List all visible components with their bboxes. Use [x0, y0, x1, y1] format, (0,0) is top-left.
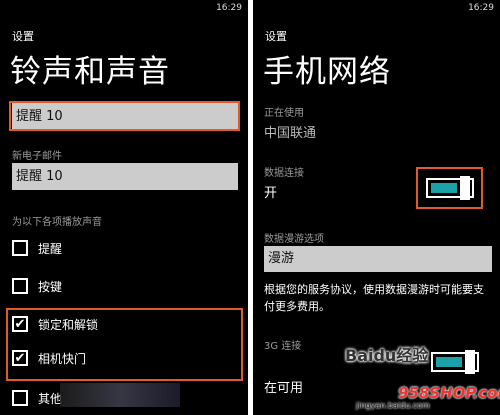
- checkbox-row-reminder[interactable]: 提醒: [12, 238, 62, 258]
- highlight-box: [9, 101, 240, 131]
- highlight-box: [6, 308, 243, 381]
- new-mail-sound-field[interactable]: 提醒 10: [12, 163, 238, 190]
- roaming-select[interactable]: 漫游: [264, 246, 492, 272]
- highlight-box: [416, 167, 483, 209]
- new-mail-label: 新电子邮件: [12, 151, 62, 162]
- roaming-description: 根据您的服务协议，使用数据漫游时可能要支付更多费用。: [264, 283, 484, 313]
- 3g-connection-label: 3G 连接: [264, 341, 302, 352]
- page-title: 手机网络: [263, 54, 391, 90]
- checkbox[interactable]: [12, 390, 28, 406]
- toggle-fill: [436, 357, 462, 367]
- roaming-options-label: 数据漫游选项: [264, 234, 324, 245]
- 3g-connection-toggle[interactable]: [431, 350, 479, 374]
- checkbox[interactable]: [12, 278, 28, 294]
- status-time: 16:29: [216, 3, 242, 13]
- carrier-name: 中国联通: [264, 126, 317, 141]
- page-title: 铃声和声音: [10, 54, 170, 90]
- checkbox-label: 提醒: [38, 241, 63, 256]
- shop-watermark: 958SHOP.com: [398, 384, 500, 402]
- data-connection-label: 数据连接: [264, 168, 304, 179]
- blurred-overlay: [60, 383, 180, 407]
- baidu-watermark: Baidu经验: [345, 346, 429, 365]
- toggle-knob[interactable]: [465, 350, 475, 374]
- data-connection-state: 开: [264, 186, 278, 201]
- checkbox[interactable]: [12, 240, 28, 256]
- ringtones-sounds-screen: 16:29 设置 铃声和声音 提醒 10 新电子邮件 提醒 10 为以下各项播放…: [0, 0, 248, 415]
- checkbox-row-other[interactable]: 其他: [12, 388, 62, 408]
- 3g-connection-state: 在可用: [264, 381, 304, 396]
- settings-breadcrumb: 设置: [12, 30, 34, 43]
- url-watermark: jingyan.baidu.com: [356, 401, 430, 410]
- checkbox-row-keys[interactable]: 按键: [12, 276, 62, 296]
- play-sounds-label: 为以下各项播放声音: [12, 217, 102, 228]
- checkbox-label: 按键: [38, 279, 63, 294]
- in-use-label: 正在使用: [264, 108, 304, 119]
- checkbox-label: 其他: [38, 391, 63, 406]
- settings-breadcrumb: 设置: [265, 30, 287, 43]
- status-time: 16:29: [468, 3, 494, 13]
